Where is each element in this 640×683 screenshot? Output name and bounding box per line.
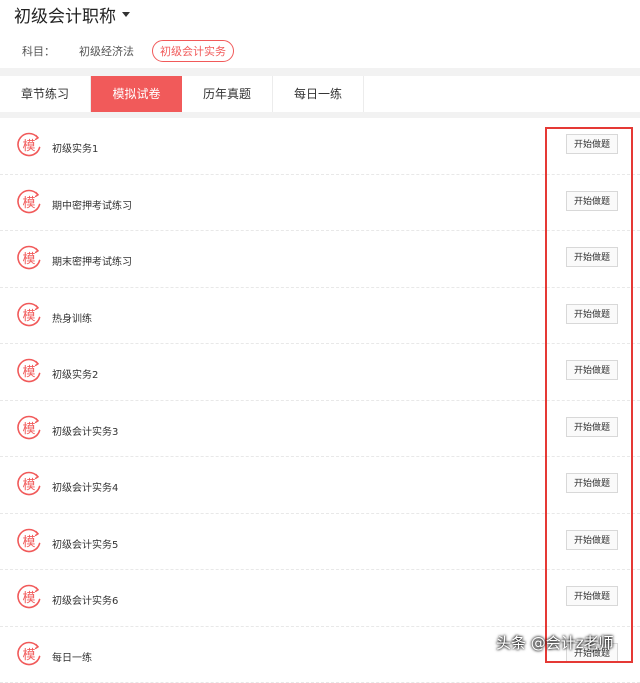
list-item[interactable]: 模 初级会计实务4 开始做题 (0, 457, 640, 514)
mock-exam-icon: 模 (16, 132, 42, 158)
mock-exam-icon: 模 (16, 189, 42, 215)
mock-exam-icon: 模 (16, 528, 42, 554)
exam-name: 每日一练 (52, 649, 92, 664)
mock-exam-icon: 模 (16, 358, 42, 384)
start-exam-button[interactable]: 开始做题 (566, 247, 618, 267)
svg-text:模: 模 (22, 478, 35, 493)
start-exam-button[interactable]: 开始做题 (566, 134, 618, 154)
header: 初级会计职称 科目： 初级经济法 初级会计实务 (0, 0, 640, 68)
start-exam-button[interactable]: 开始做题 (566, 586, 618, 606)
mock-exam-icon: 模 (16, 245, 42, 271)
exam-selector[interactable]: 初级会计职称 (14, 2, 130, 27)
mock-exam-icon: 模 (16, 302, 42, 328)
list-item[interactable]: 模 初级会计实务6 开始做题 (0, 570, 640, 627)
list-item[interactable]: 模 期末密押考试练习 开始做题 (0, 231, 640, 288)
start-exam-button[interactable]: 开始做题 (566, 643, 618, 663)
svg-text:模: 模 (22, 309, 35, 324)
subject-option-accounting-practice[interactable]: 初级会计实务 (152, 40, 234, 62)
tab-bar: 章节练习 模拟试卷 历年真题 每日一练 (0, 76, 640, 112)
svg-text:模: 模 (22, 535, 35, 550)
exam-name: 初级会计实务3 (52, 423, 118, 438)
svg-text:模: 模 (22, 422, 35, 437)
exam-name: 热身训练 (52, 310, 92, 325)
start-exam-button[interactable]: 开始做题 (566, 191, 618, 211)
svg-text:模: 模 (22, 196, 35, 211)
exam-name: 初级会计实务6 (52, 592, 118, 607)
list-item[interactable]: 模 初级实务1 开始做题 (0, 118, 640, 175)
svg-text:模: 模 (22, 139, 35, 154)
tab-chapter-practice[interactable]: 章节练习 (0, 76, 91, 112)
svg-text:模: 模 (22, 591, 35, 606)
start-exam-button[interactable]: 开始做题 (566, 417, 618, 437)
list-item[interactable]: 模 期中密押考试练习 开始做题 (0, 175, 640, 232)
start-exam-button[interactable]: 开始做题 (566, 473, 618, 493)
tab-daily-practice[interactable]: 每日一练 (273, 76, 364, 112)
list-item[interactable]: 模 热身训练 开始做题 (0, 288, 640, 345)
exam-list: 模初级实务1开始做题模期中密押考试练习开始做题模期末密押考试练习开始做题模热身训… (0, 118, 640, 683)
subject-filter: 科目： 初级经济法 初级会计实务 (22, 40, 252, 62)
svg-text:模: 模 (22, 365, 35, 380)
start-exam-button[interactable]: 开始做题 (566, 304, 618, 324)
exam-name: 期末密押考试练习 (52, 253, 132, 268)
exam-name: 期中密押考试练习 (52, 197, 132, 212)
tab-mock-exam[interactable]: 模拟试卷 (91, 76, 182, 112)
mock-exam-icon: 模 (16, 415, 42, 441)
svg-text:模: 模 (22, 252, 35, 267)
list-item[interactable]: 模 初级会计实务3 开始做题 (0, 401, 640, 458)
mock-exam-icon: 模 (16, 584, 42, 610)
exam-name: 初级实务2 (52, 366, 98, 381)
list-item[interactable]: 模 每日一练 开始做题 (0, 627, 640, 683)
subject-label: 科目： (22, 43, 55, 59)
subject-option-economic-law[interactable]: 初级经济法 (79, 43, 134, 59)
caret-down-icon (122, 12, 130, 17)
exam-name: 初级会计实务5 (52, 536, 118, 551)
exam-name: 初级会计实务4 (52, 479, 118, 494)
list-item[interactable]: 模 初级实务2 开始做题 (0, 344, 640, 401)
tab-past-exams[interactable]: 历年真题 (182, 76, 273, 112)
exam-name: 初级实务1 (52, 140, 98, 155)
svg-text:模: 模 (22, 648, 35, 663)
mock-exam-icon: 模 (16, 471, 42, 497)
start-exam-button[interactable]: 开始做题 (566, 360, 618, 380)
page-title: 初级会计职称 (14, 2, 116, 27)
list-item[interactable]: 模 初级会计实务5 开始做题 (0, 514, 640, 571)
start-exam-button[interactable]: 开始做题 (566, 530, 618, 550)
mock-exam-icon: 模 (16, 641, 42, 667)
